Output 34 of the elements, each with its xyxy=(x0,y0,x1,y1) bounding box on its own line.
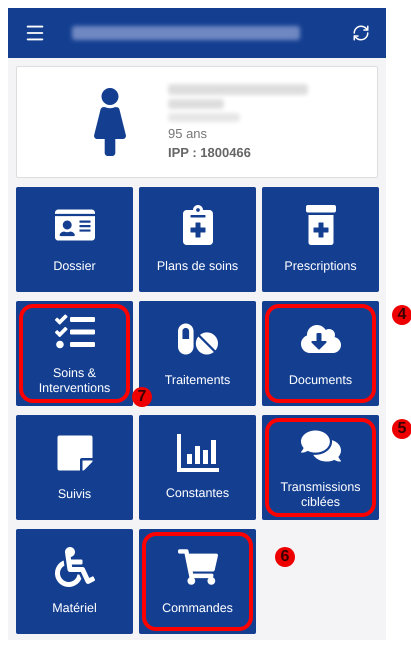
bar-chart-icon xyxy=(176,434,218,472)
wheelchair-icon xyxy=(54,547,94,587)
callout-number: 5 xyxy=(392,419,411,439)
callout-number: 6 xyxy=(275,547,295,567)
tile-label: Transmissions ciblées xyxy=(280,480,361,510)
tile-label: Suivis xyxy=(58,487,92,502)
blurred-name xyxy=(168,99,224,109)
refresh-icon[interactable] xyxy=(352,24,370,42)
tile-label: Commandes xyxy=(162,601,233,616)
patient-age: 95 ans xyxy=(168,126,208,141)
tile-label: Dossier xyxy=(53,259,96,274)
callout-number: 4 xyxy=(392,305,411,325)
menu-tile[interactable]: Dossier xyxy=(16,187,133,292)
menu-tile[interactable]: Matériel xyxy=(16,529,133,634)
patient-ipp: IPP : 1800466 xyxy=(168,145,252,160)
tile-label: Plans de soins xyxy=(156,259,238,274)
tile-label: Constantes xyxy=(166,486,230,501)
tile-label: Traitements xyxy=(164,373,230,388)
shopping-cart-icon xyxy=(178,547,218,587)
blurred-text xyxy=(168,113,240,122)
menu-tile[interactable]: Soins & Interventions xyxy=(16,301,133,406)
menu-tile[interactable]: Constantes xyxy=(139,415,256,520)
tile-label: Soins & Interventions xyxy=(38,366,110,396)
tile-label: Matériel xyxy=(52,601,97,616)
menu-tile[interactable]: Plans de soins xyxy=(139,187,256,292)
sticky-note-icon xyxy=(54,433,94,473)
tile-label: Prescriptions xyxy=(284,259,357,274)
callout-number: 7 xyxy=(132,387,152,407)
menu-tile[interactable]: Prescriptions xyxy=(262,187,379,292)
menu-tile[interactable]: Transmissions ciblées xyxy=(262,415,379,520)
tile-label: Documents xyxy=(288,373,352,388)
menu-tile[interactable]: Suivis xyxy=(16,415,133,520)
menu-tile[interactable]: Documents xyxy=(262,301,379,406)
menu-tile[interactable]: Commandes xyxy=(139,529,256,634)
